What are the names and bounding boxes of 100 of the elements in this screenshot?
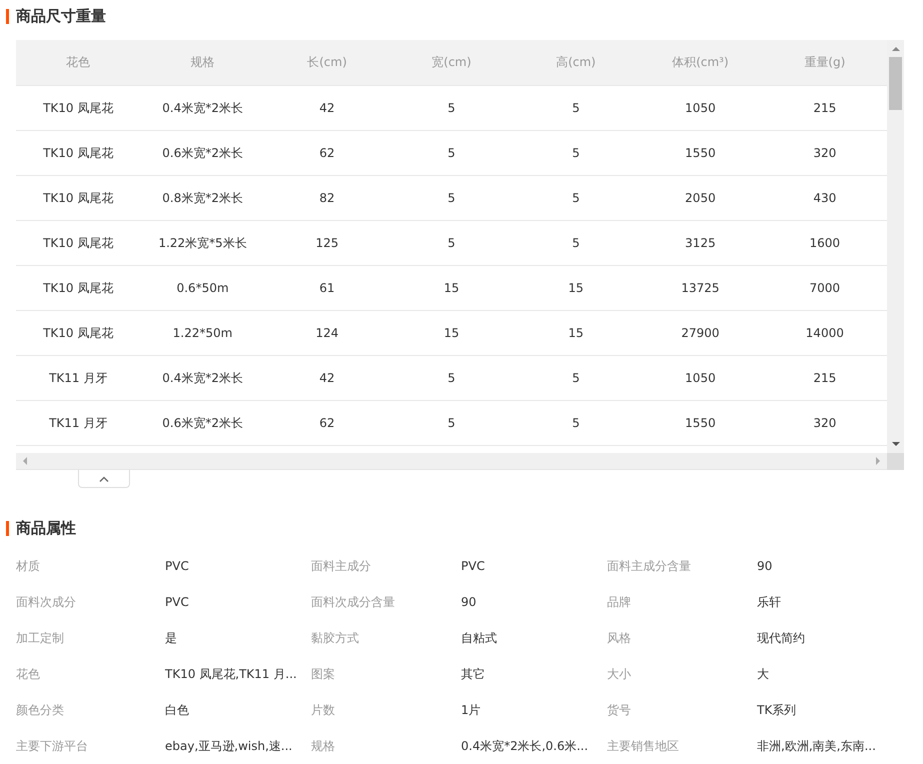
table-cell: 3125: [638, 220, 763, 266]
attribute-label: 片数: [311, 702, 336, 718]
table-cell: 125: [264, 220, 390, 266]
table-cell: 13725: [638, 266, 763, 310]
table-cell: 15: [514, 266, 638, 310]
section-title: 商品尺寸重量: [16, 6, 106, 26]
table-cell: 42: [264, 356, 390, 400]
attribute-label: 品牌: [607, 594, 632, 610]
table-cell: 0.4米宽*2米长: [140, 86, 265, 130]
attribute-value: 白色: [165, 702, 190, 718]
table-cell: 5: [389, 86, 514, 130]
scroll-down-icon[interactable]: [892, 442, 900, 447]
attribute-label: 图案: [311, 666, 336, 682]
attribute-label: 加工定制: [16, 630, 65, 646]
attribute-label: 大小: [607, 666, 632, 682]
table-cell: 5: [514, 220, 638, 266]
attribute-value: 非洲,欧洲,南美,东南...: [757, 738, 877, 754]
attribute-value: 90: [461, 595, 478, 609]
attribute-value: PVC: [165, 559, 190, 573]
column-header: 宽(cm): [389, 40, 514, 86]
attribute-label: 面料次成分: [16, 594, 77, 610]
column-header: 规格: [140, 40, 265, 86]
table-cell: TK10 凤尾花: [16, 310, 140, 356]
column-header: 长(cm): [264, 40, 390, 86]
attribute-value: PVC: [461, 559, 486, 573]
table-cell: TK10 凤尾花: [16, 130, 140, 176]
table-cell: 1.22米宽*5米长: [140, 220, 265, 266]
table-cell: 5: [389, 220, 514, 266]
table-cell: TK11 月牙: [16, 356, 140, 400]
scroll-right-icon[interactable]: [876, 457, 881, 465]
column-header: 重量(g): [762, 40, 887, 86]
table-cell: 5: [389, 176, 514, 220]
title-accent-bar: [6, 520, 9, 536]
caret-icon: [99, 476, 109, 482]
table-cell: 0.4米宽*2米长: [140, 356, 265, 400]
table-cell: 5: [389, 356, 514, 400]
attribute-value: TK系列: [757, 702, 798, 718]
attribute-value: 1片: [461, 702, 482, 718]
table-cell: 1.22*50m: [140, 310, 265, 356]
attribute-label: 主要下游平台: [16, 738, 89, 754]
horizontal-scrollbar[interactable]: [16, 453, 887, 470]
attribute-label: 面料主成分含量: [607, 558, 692, 574]
attribute-value: 乐轩: [757, 594, 782, 610]
table-cell: 5: [514, 400, 638, 446]
title-accent-bar: [6, 8, 9, 24]
section-title: 商品属性: [16, 518, 76, 538]
vertical-scrollbar[interactable]: [887, 40, 904, 453]
attribute-value: 自粘式: [461, 630, 498, 646]
attribute-label: 风格: [607, 630, 632, 646]
table-cell: 2050: [638, 176, 763, 220]
attribute-value: 现代简约: [757, 630, 806, 646]
scroll-left-icon[interactable]: [22, 457, 27, 465]
table-cell: 0.6*50m: [140, 266, 265, 310]
attribute-label: 规格: [311, 738, 336, 754]
table-cell: 5: [514, 356, 638, 400]
table-cell: 15: [514, 310, 638, 356]
table-cell: 82: [264, 176, 390, 220]
table-cell: 15: [389, 266, 514, 310]
table-cell: 62: [264, 130, 390, 176]
table-cell: 0.6米宽*2米长: [140, 400, 265, 446]
table-cell: TK10 凤尾花: [16, 176, 140, 220]
attribute-label: 货号: [607, 702, 632, 718]
table-cell: 5: [389, 400, 514, 446]
table-cell: 5: [514, 86, 638, 130]
table-cell: 5: [389, 130, 514, 176]
attribute-value: PVC: [165, 595, 190, 609]
table-cell: 0.6米宽*2米长: [140, 130, 265, 176]
attribute-value: 大: [757, 666, 770, 682]
table-cell: 0.8米宽*2米长: [140, 176, 265, 220]
scrollbar-corner: [887, 453, 904, 470]
table-cell: TK10 凤尾花: [16, 220, 140, 266]
attribute-label: 花色: [16, 666, 41, 682]
attribute-label: 材质: [16, 558, 41, 574]
table-cell: 5: [514, 176, 638, 220]
column-header: 高(cm): [514, 40, 638, 86]
scroll-up-icon[interactable]: [892, 46, 900, 51]
table-cell: TK10 凤尾花: [16, 266, 140, 310]
attribute-value: 其它: [461, 666, 486, 682]
table-cell: 1550: [638, 130, 763, 176]
table-cell: 61: [264, 266, 390, 310]
column-header: 体积(cm³): [638, 40, 763, 86]
attribute-label: 主要销售地区: [607, 738, 680, 754]
table-cell: 5: [514, 130, 638, 176]
attribute-label: 黏胶方式: [311, 630, 360, 646]
column-header: 花色: [16, 40, 140, 86]
table-cell: TK10 凤尾花: [16, 86, 140, 130]
table-cell: 1550: [638, 400, 763, 446]
attribute-value: 是: [165, 630, 178, 646]
attribute-value: TK10 凤尾花,TK11 月...: [165, 666, 298, 682]
attribute-value: ebay,亚马逊,wish,速...: [165, 738, 294, 754]
table-cell: 42: [264, 86, 390, 130]
attribute-value: 90: [757, 559, 774, 573]
table-cell: TK11 月牙: [16, 400, 140, 446]
scrollbar-thumb[interactable]: [889, 57, 902, 110]
attribute-value: 0.4米宽*2米长,0.6米...: [461, 738, 590, 754]
collapse-button[interactable]: [78, 470, 130, 488]
table-cell: 1050: [638, 86, 763, 130]
table-cell: 62: [264, 400, 390, 446]
attribute-label: 颜色分类: [16, 702, 65, 718]
attribute-label: 面料主成分: [311, 558, 372, 574]
